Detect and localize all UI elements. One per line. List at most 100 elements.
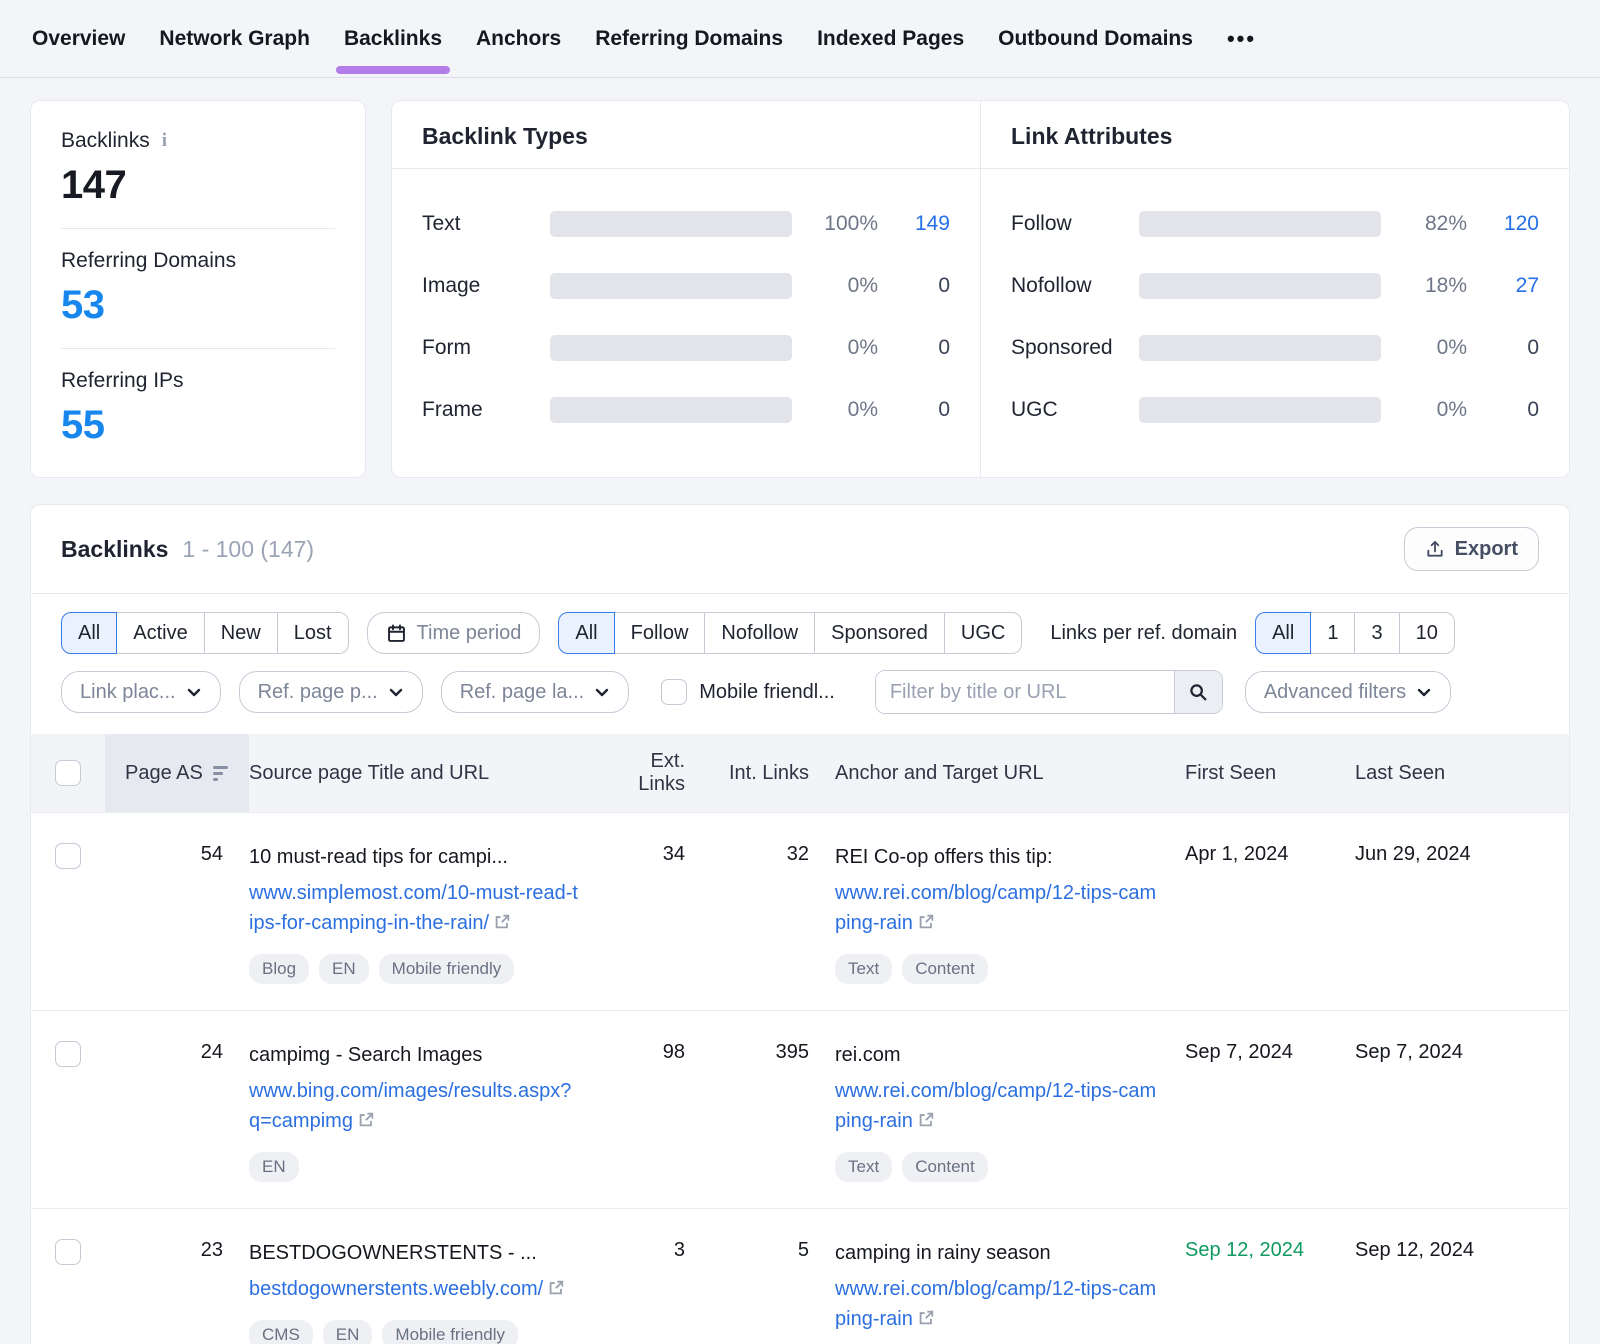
mobile-friendly-checkbox[interactable] <box>661 679 687 705</box>
status-new[interactable]: New <box>204 612 278 654</box>
external-link-icon <box>357 1108 375 1138</box>
summary-card: Backlinks i 147 Referring Domains 53 Ref… <box>30 100 366 478</box>
table-range: 1 - 100 (147) <box>182 536 314 563</box>
tab-outbound-domains[interactable]: Outbound Domains <box>998 0 1193 78</box>
referring-ips-metric-value[interactable]: 55 <box>61 403 335 448</box>
tab-network-graph[interactable]: Network Graph <box>159 0 310 78</box>
target-url-link[interactable]: www.rei.com/blog/camp/12-tips-camping-ra… <box>835 1274 1165 1336</box>
referring-domains-metric-value[interactable]: 53 <box>61 283 335 328</box>
column-int-links[interactable]: Int. Links <box>711 734 835 812</box>
int-links-value: 32 <box>711 813 835 1010</box>
status-active[interactable]: Active <box>116 612 204 654</box>
search-input[interactable] <box>876 671 1174 713</box>
advanced-filters-dropdown[interactable]: Advanced filters <box>1245 671 1451 713</box>
info-icon[interactable]: i <box>162 130 167 152</box>
column-last-seen[interactable]: Last Seen <box>1355 734 1569 812</box>
bar-count: 0 <box>878 336 950 360</box>
lpd-3[interactable]: 3 <box>1354 612 1399 654</box>
table-row: 54 10 must-read tips for campi... www.si… <box>31 812 1569 1010</box>
source-title: 10 must-read tips for campi... <box>249 843 579 872</box>
bar-percent: 0% <box>792 398 878 422</box>
column-anchor[interactable]: Anchor and Target URL <box>835 734 1185 812</box>
select-all-checkbox[interactable] <box>55 760 81 786</box>
tab-anchors[interactable]: Anchors <box>476 0 561 78</box>
follow-all[interactable]: All <box>558 612 614 654</box>
source-url-link[interactable]: www.bing.com/images/results.aspx?q=campi… <box>249 1076 579 1138</box>
row-checkbox[interactable] <box>55 1239 81 1265</box>
status-lost[interactable]: Lost <box>277 612 349 654</box>
time-period-button[interactable]: Time period <box>367 612 541 654</box>
bar-track <box>1139 335 1381 361</box>
column-first-seen[interactable]: First Seen <box>1185 734 1355 812</box>
bar-row-text: Text 100% 149 <box>422 193 950 255</box>
bar-count-link[interactable]: 149 <box>878 212 950 236</box>
report-tabs-bar: Overview Network Graph Backlinks Anchors… <box>0 0 1600 78</box>
links-per-domain-label: Links per ref. domain <box>1050 622 1237 645</box>
bar-label: Text <box>422 212 550 236</box>
source-badge: EN <box>319 954 369 984</box>
ref-page-language-dropdown[interactable]: Ref. page la... <box>441 671 630 713</box>
external-link-icon <box>493 910 511 940</box>
tab-backlinks[interactable]: Backlinks <box>344 0 442 78</box>
ref-page-platform-dropdown[interactable]: Ref. page p... <box>239 671 423 713</box>
bar-track <box>550 211 792 237</box>
first-seen-value: Sep 12, 2024 <box>1185 1239 1304 1262</box>
tab-indexed-pages[interactable]: Indexed Pages <box>817 0 964 78</box>
bar-track <box>550 335 792 361</box>
export-label: Export <box>1455 538 1518 561</box>
external-link-icon <box>917 910 935 940</box>
bar-track <box>550 273 792 299</box>
bar-row-ugc: UGC 0% 0 <box>1011 379 1539 441</box>
lpd-1[interactable]: 1 <box>1310 612 1355 654</box>
export-button[interactable]: Export <box>1404 527 1539 571</box>
row-checkbox[interactable] <box>55 843 81 869</box>
external-link-icon <box>917 1108 935 1138</box>
target-url-link[interactable]: www.rei.com/blog/camp/12-tips-camping-ra… <box>835 878 1165 940</box>
bar-count-link[interactable]: 27 <box>1467 274 1539 298</box>
chevron-down-icon <box>594 684 610 700</box>
column-page-as[interactable]: Page AS <box>105 734 249 812</box>
status-all[interactable]: All <box>61 612 117 654</box>
source-title: BESTDOGOWNERSTENTS - ... <box>249 1239 565 1268</box>
link-placement-dropdown[interactable]: Link plac... <box>61 671 221 713</box>
follow-nofollow[interactable]: Nofollow <box>704 612 815 654</box>
follow-ugc[interactable]: UGC <box>944 612 1022 654</box>
link-attributes-title: Link Attributes <box>981 101 1569 169</box>
tab-overview[interactable]: Overview <box>32 0 125 78</box>
source-url-link[interactable]: bestdogownerstents.weebly.com/ <box>249 1274 565 1306</box>
bar-track <box>550 397 792 423</box>
search-button[interactable] <box>1174 671 1222 713</box>
bar-track <box>1139 397 1381 423</box>
bar-label: UGC <box>1011 398 1139 422</box>
column-source[interactable]: Source page Title and URL <box>249 734 599 812</box>
backlinks-metric-value: 147 <box>61 163 335 208</box>
follow-sponsored[interactable]: Sponsored <box>814 612 945 654</box>
tab-referring-domains[interactable]: Referring Domains <box>595 0 783 78</box>
bar-percent: 0% <box>1381 336 1467 360</box>
source-url-link[interactable]: www.simplemost.com/10-must-read-tips-for… <box>249 878 579 940</box>
lpd-all[interactable]: All <box>1255 612 1311 654</box>
table-row: 24 campimg - Search Images www.bing.com/… <box>31 1010 1569 1208</box>
int-links-value: 5 <box>711 1209 835 1344</box>
referring-domains-metric-label: Referring Domains <box>61 249 335 273</box>
bar-row-sponsored: Sponsored 0% 0 <box>1011 317 1539 379</box>
lpd-10[interactable]: 10 <box>1399 612 1455 654</box>
target-url-link[interactable]: www.rei.com/blog/camp/12-tips-camping-ra… <box>835 1076 1165 1138</box>
bar-count-link[interactable]: 120 <box>1467 212 1539 236</box>
bar-percent: 18% <box>1381 274 1467 298</box>
links-per-domain-filter: All 1 3 10 <box>1255 612 1455 654</box>
bar-row-form: Form 0% 0 <box>422 317 950 379</box>
divider <box>61 228 335 229</box>
table-title: Backlinks <box>61 536 168 563</box>
mobile-friendly-label: Mobile friendl... <box>699 681 835 704</box>
source-badge: EN <box>323 1320 373 1344</box>
bar-percent: 82% <box>1381 212 1467 236</box>
column-ext-links[interactable]: Ext. Links <box>599 734 711 812</box>
more-tabs-button[interactable]: ••• <box>1227 0 1256 78</box>
row-checkbox[interactable] <box>55 1041 81 1067</box>
first-seen-value: Sep 7, 2024 <box>1185 1041 1293 1064</box>
follow-filter: All Follow Nofollow Sponsored UGC <box>558 612 1022 654</box>
last-seen-value: Sep 7, 2024 <box>1355 1041 1463 1064</box>
sort-icon <box>213 766 228 781</box>
follow-follow[interactable]: Follow <box>614 612 706 654</box>
